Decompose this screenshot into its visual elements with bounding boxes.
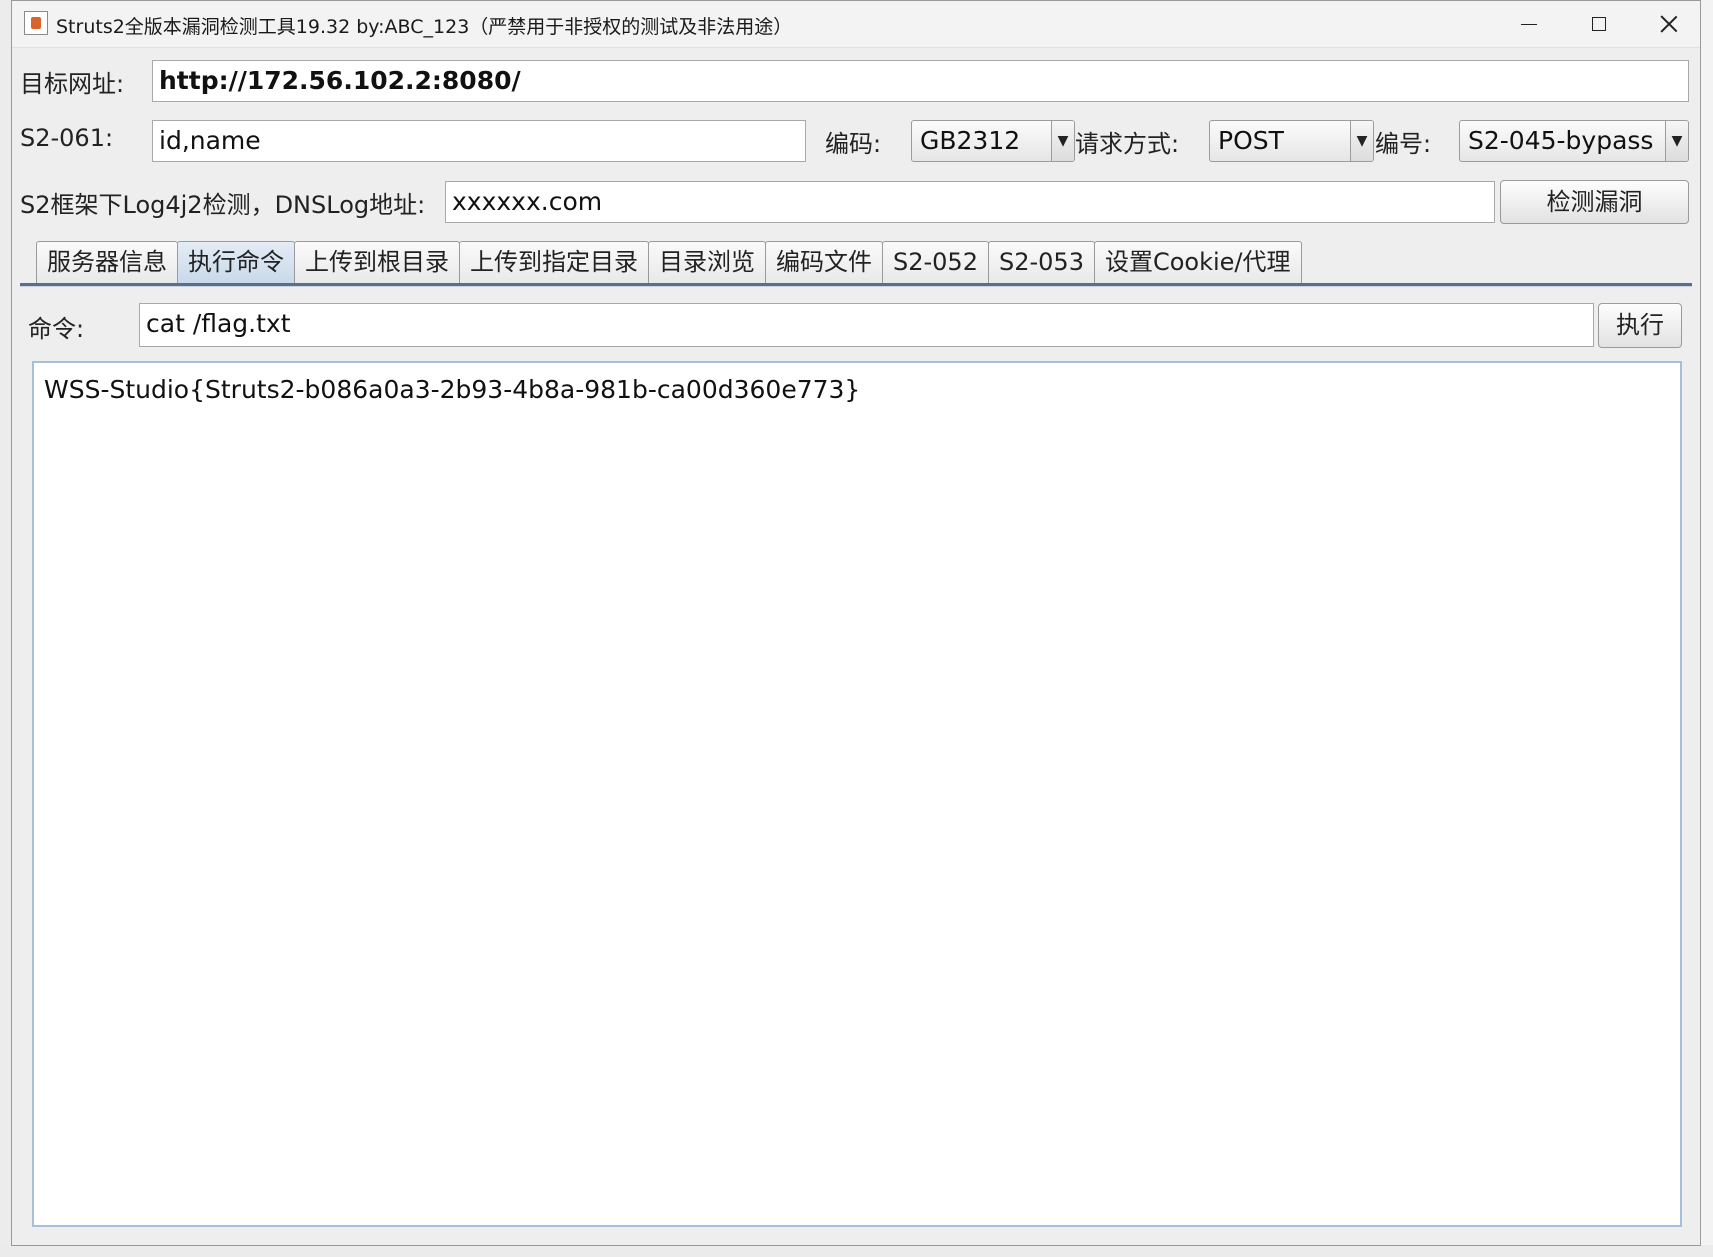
detect-vulnerability-button[interactable]: 检测漏洞 — [1500, 180, 1689, 224]
tab-s2-053[interactable]: S2-053 — [987, 241, 1095, 283]
log4j-dnslog-label: S2框架下Log4j2检测，DNSLog地址: — [20, 191, 426, 219]
number-selected-value: S2-045-bypass — [1468, 126, 1654, 155]
app-window: Struts2全版本漏洞检测工具19.32 by:ABC_123（严禁用于非授权… — [11, 0, 1701, 1246]
tab-bar: 服务器信息 执行命令 上传到根目录 上传到指定目录 目录浏览 编码文件 S2-0… — [36, 241, 1302, 283]
chevron-down-icon[interactable]: ▼ — [1350, 121, 1373, 161]
command-label: 命令: — [28, 315, 85, 343]
maximize-icon — [1592, 17, 1606, 31]
title-bar[interactable]: Struts2全版本漏洞检测工具19.32 by:ABC_123（严禁用于非授权… — [12, 1, 1700, 48]
tab-divider — [20, 283, 1692, 287]
method-label: 请求方式: — [1075, 130, 1180, 158]
chevron-down-icon[interactable]: ▼ — [1665, 121, 1688, 161]
tab-execute-command[interactable]: 执行命令 — [177, 241, 295, 283]
number-select[interactable]: S2-045-bypass ▼ — [1459, 120, 1689, 162]
close-icon — [1660, 15, 1678, 33]
tab-server-info[interactable]: 服务器信息 — [36, 241, 178, 283]
tab-upload-root[interactable]: 上传到根目录 — [294, 241, 460, 283]
output-textarea[interactable]: WSS-Studio{Struts2-b086a0a3-2b93-4b8a-98… — [32, 361, 1682, 1227]
encoding-select[interactable]: GB2312 ▼ — [911, 120, 1075, 162]
tab-cookie-proxy[interactable]: 设置Cookie/代理 — [1093, 241, 1302, 283]
chevron-down-icon[interactable]: ▼ — [1051, 121, 1074, 161]
command-input[interactable]: cat /flag.txt — [139, 303, 1594, 347]
tab-directory-browse[interactable]: 目录浏览 — [648, 241, 766, 283]
target-url-label: 目标网址: — [20, 70, 125, 98]
encoding-selected-value: GB2312 — [920, 126, 1021, 155]
encoding-label: 编码: — [825, 130, 882, 158]
tab-encode-file[interactable]: 编码文件 — [765, 241, 883, 283]
java-app-icon — [24, 11, 48, 35]
s2-061-label: S2-061: — [20, 124, 114, 152]
method-selected-value: POST — [1218, 126, 1284, 155]
tab-s2-052[interactable]: S2-052 — [882, 241, 989, 283]
desktop-background-right — [1700, 0, 1713, 1257]
minimize-icon — [1521, 23, 1537, 25]
target-url-input[interactable]: http://172.56.102.2:8080/ — [152, 60, 1689, 102]
desktop-background-bottom — [0, 1245, 1713, 1257]
method-select[interactable]: POST ▼ — [1209, 120, 1374, 162]
number-label: 编号: — [1375, 130, 1432, 158]
minimize-button[interactable] — [1494, 1, 1564, 47]
execute-button[interactable]: 执行 — [1598, 303, 1682, 348]
window-title: Struts2全版本漏洞检测工具19.32 by:ABC_123（严禁用于非授权… — [56, 16, 793, 38]
tab-upload-specified-dir[interactable]: 上传到指定目录 — [459, 241, 649, 283]
window-bottom-edge — [12, 1233, 1700, 1245]
close-button[interactable] — [1634, 1, 1700, 47]
maximize-button[interactable] — [1564, 1, 1634, 47]
dnslog-input[interactable]: xxxxxx.com — [445, 181, 1495, 223]
s2-061-input[interactable]: id,name — [152, 120, 806, 162]
